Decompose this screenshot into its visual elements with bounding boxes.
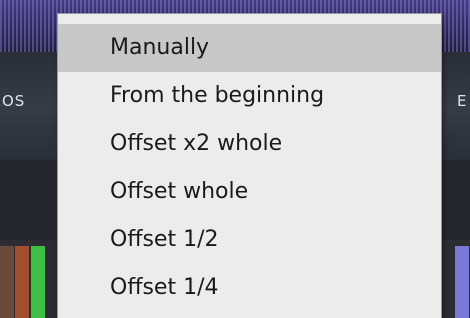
menu-item-offset-half[interactable]: Offset 1/2	[58, 216, 441, 264]
menu-item-from-the-beginning[interactable]: From the beginning	[58, 72, 441, 120]
channel-strip-brown	[0, 246, 14, 318]
menu-item-offset-whole[interactable]: Offset whole	[58, 168, 441, 216]
menu-item-manually[interactable]: Manually	[58, 24, 441, 72]
menu-item-offset-quarter[interactable]: Offset 1/4	[58, 264, 441, 312]
channel-strip-orange	[15, 246, 29, 318]
menu-item-offset-x2-whole[interactable]: Offset x2 whole	[58, 120, 441, 168]
partial-label-left: OS	[2, 92, 26, 110]
channel-strip-green	[31, 246, 45, 318]
start-mode-dropdown-menu: Manually From the beginning Offset x2 wh…	[58, 14, 441, 318]
channel-strip-purple	[455, 246, 469, 318]
partial-label-right: E	[457, 92, 468, 110]
